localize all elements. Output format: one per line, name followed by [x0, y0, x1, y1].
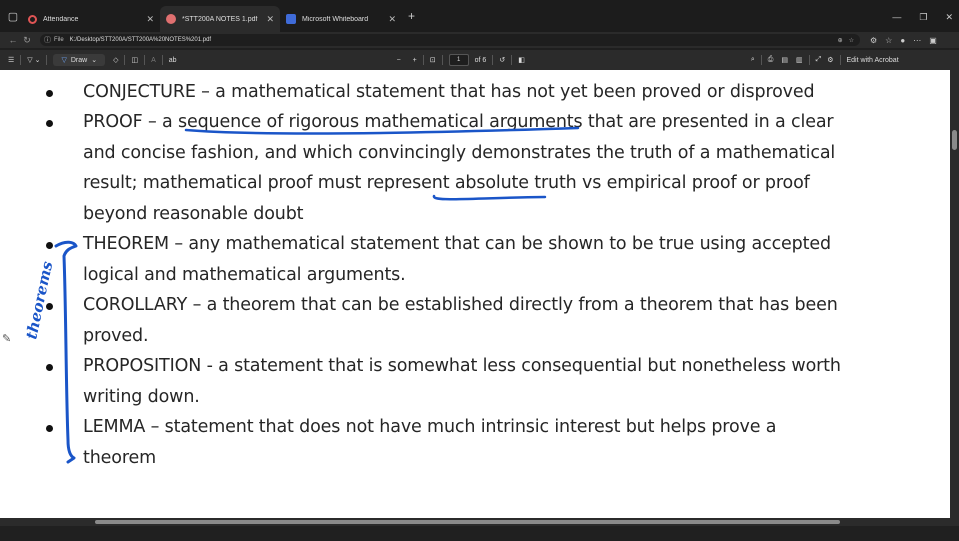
more-menu-icon[interactable]: ⋯	[913, 36, 921, 45]
pen-cursor-icon: ✎	[2, 333, 12, 345]
draw-pen-icon: ▽	[61, 57, 67, 64]
ink-bracket	[54, 240, 78, 464]
horizontal-scrollbar[interactable]	[0, 518, 959, 526]
draw-button[interactable]: ▽ Draw ⌄	[53, 54, 106, 66]
minimize-icon[interactable]: —	[892, 12, 901, 23]
read-aloud-icon[interactable]: A	[151, 57, 156, 64]
extensions-icon[interactable]: ⚙	[870, 36, 877, 45]
ink-underline-absolute-truth	[432, 194, 547, 201]
settings-gear-icon[interactable]: ⚙	[827, 56, 833, 64]
favorite-star-icon[interactable]: ☆	[849, 37, 854, 44]
url-scheme-label: File	[54, 37, 64, 43]
separator	[760, 55, 762, 65]
fit-page-icon[interactable]: ⊡	[430, 56, 436, 64]
tab-whiteboard[interactable]: Microsoft Whiteboard ✕	[280, 6, 402, 32]
page-total: of 6	[474, 56, 487, 64]
tab-pdf-notes[interactable]: *STT200A NOTES 1.pdf ✕	[160, 6, 280, 32]
separator	[161, 55, 163, 65]
refresh-icon[interactable]: ↻	[20, 35, 34, 46]
tab-title: *STT200A NOTES 1.pdf	[182, 15, 258, 23]
zoom-in-icon[interactable]: +	[413, 57, 417, 64]
ink-annotations: theorems	[22, 126, 580, 464]
pdf-page: CONJECTURE – a mathematical statement th…	[0, 70, 950, 518]
rotate-icon[interactable]: ↺	[499, 56, 505, 64]
separator	[492, 55, 494, 65]
url-text: K:/Desktop/STT200A/STT200A%20NOTES%201.p…	[69, 37, 212, 43]
restore-icon[interactable]: ❐	[919, 12, 927, 23]
separator	[511, 55, 513, 65]
separator	[144, 55, 146, 65]
separator	[839, 55, 841, 65]
url-field[interactable]: ⓘ File K:/Desktop/STT200A/STT200A%20NOTE…	[40, 34, 860, 46]
scroll-thumb[interactable]	[95, 520, 840, 524]
contents-icon[interactable]: ☰	[8, 56, 14, 64]
back-icon[interactable]: ←	[6, 35, 20, 45]
pdf-favicon-icon	[166, 14, 176, 24]
bottom-area	[0, 526, 959, 541]
translate-icon[interactable]: ab	[169, 57, 177, 64]
pdf-toolbar: ☰ ▽ ⌄ ▽ Draw ⌄ ◇ ◫ A ab − + ⊡ 1 of 6 ↺ ◧…	[0, 50, 959, 70]
tab-actions-icon[interactable]: ▢	[4, 7, 22, 25]
new-tab-icon[interactable]: +	[408, 9, 415, 23]
ink-annotation-text: theorems	[22, 259, 56, 341]
highlight-icon[interactable]: ▽ ⌄	[27, 56, 40, 64]
save-icon[interactable]: ▤	[781, 56, 788, 64]
view-icon[interactable]: ◫	[131, 56, 138, 64]
tab-attendance[interactable]: Attendance ✕	[22, 6, 160, 32]
favorites-icon[interactable]: ☆	[885, 36, 892, 45]
tab-title: Microsoft Whiteboard	[302, 15, 369, 23]
window-controls: — ❐ ✕	[892, 12, 953, 23]
close-window-icon[interactable]: ✕	[945, 12, 953, 23]
sidebar-icon[interactable]: ▣	[929, 36, 937, 45]
ink-underline-sequence	[184, 126, 580, 135]
tab-title: Attendance	[43, 15, 79, 23]
save-as-icon[interactable]: ▥	[796, 56, 803, 64]
info-icon: ⓘ	[44, 37, 51, 44]
zoom-icon[interactable]: ⊕	[838, 37, 843, 44]
chevron-down-icon: ⌄	[91, 57, 98, 64]
search-icon[interactable]: ⌕	[751, 56, 755, 64]
attendance-favicon-icon	[28, 14, 37, 24]
separator	[422, 55, 424, 65]
tab-bar: ▢ Attendance ✕ *STT200A NOTES 1.pdf ✕ Mi…	[0, 0, 959, 32]
page-number-input[interactable]: 1	[448, 54, 469, 66]
address-bar: ← ↻ ⓘ File K:/Desktop/STT200A/STT200A%20…	[0, 32, 959, 48]
close-icon[interactable]: ✕	[266, 14, 274, 25]
close-icon[interactable]: ✕	[388, 14, 396, 25]
profile-avatar-icon[interactable]: ●	[900, 36, 905, 45]
fullscreen-icon[interactable]: ⤢	[816, 56, 822, 64]
separator	[46, 55, 48, 65]
page-view-icon[interactable]: ◧	[518, 56, 525, 64]
separator	[124, 55, 126, 65]
print-icon[interactable]: ⎙	[768, 56, 774, 64]
draw-label: Draw	[70, 56, 88, 64]
vertical-scrollbar[interactable]	[950, 70, 959, 518]
whiteboard-favicon-icon	[286, 14, 296, 24]
edit-with-acrobat-button[interactable]: Edit with Acrobat	[847, 57, 899, 64]
separator	[441, 55, 443, 65]
close-icon[interactable]: ✕	[146, 14, 154, 25]
separator	[808, 55, 810, 65]
separator	[20, 55, 22, 65]
zoom-out-icon[interactable]: −	[397, 57, 401, 64]
eraser-icon[interactable]: ◇	[113, 56, 118, 64]
scroll-thumb[interactable]	[952, 130, 957, 150]
